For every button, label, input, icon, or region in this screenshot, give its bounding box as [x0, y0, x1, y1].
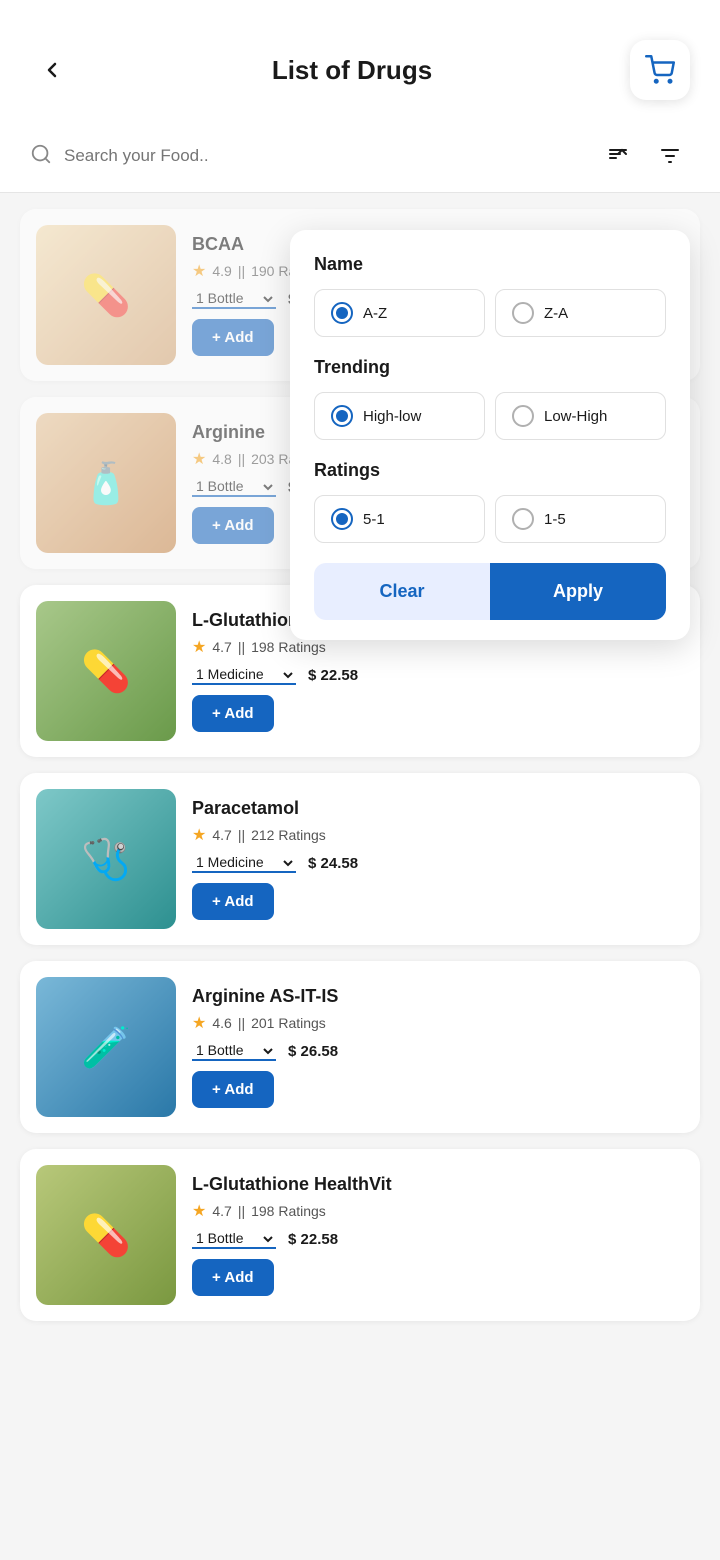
- ratings-options-row: 5-1 1-5: [314, 495, 666, 543]
- filter-action-buttons: Clear Apply: [314, 563, 666, 620]
- drug-name: Arginine AS-IT-IS: [192, 986, 684, 1007]
- search-bar: [0, 120, 720, 192]
- trending-lowhigh-label: Low-High: [544, 408, 607, 425]
- drug-rating: ★ 4.7 || 212 Ratings: [192, 825, 684, 845]
- quantity-select[interactable]: 1 Medicine: [192, 853, 296, 873]
- radio-low-high: [512, 405, 534, 427]
- rating-value: 4.7: [212, 639, 231, 655]
- drug-price: $ 24.58: [308, 855, 358, 872]
- drug-qty-price: 1 Medicine $ 22.58: [192, 665, 684, 685]
- drug-image: 🩺: [36, 789, 176, 929]
- drug-image: 🧪: [36, 977, 176, 1117]
- rating-divider: ||: [238, 827, 245, 843]
- header: List of Drugs: [0, 0, 720, 120]
- quantity-select[interactable]: 1 Medicine: [192, 665, 296, 685]
- apply-button[interactable]: Apply: [490, 563, 666, 620]
- star-icon: ★: [192, 825, 206, 845]
- drug-card: 🧪 Arginine AS-IT-IS ★ 4.6 || 201 Ratings…: [20, 961, 700, 1133]
- filter-name-label: Name: [314, 254, 666, 275]
- drug-qty-price: 1 Bottle $ 26.58: [192, 1041, 684, 1061]
- rating-value: 4.8: [212, 451, 231, 467]
- rating-divider: ||: [238, 1015, 245, 1031]
- filter-icon[interactable]: [650, 136, 690, 176]
- rating-divider: ||: [238, 263, 245, 279]
- trending-option-low-high[interactable]: Low-High: [495, 392, 666, 440]
- radio-high-low: [331, 405, 353, 427]
- star-icon: ★: [192, 1013, 206, 1033]
- add-to-cart-button[interactable]: + Add: [192, 1071, 274, 1108]
- search-input[interactable]: [64, 146, 586, 166]
- ratings-5-1-label: 5-1: [363, 511, 385, 528]
- trending-options-row: High-low Low-High: [314, 392, 666, 440]
- add-to-cart-button[interactable]: + Add: [192, 507, 274, 544]
- ratings-count: 198 Ratings: [251, 639, 326, 655]
- ratings-count: 201 Ratings: [251, 1015, 326, 1031]
- clear-button[interactable]: Clear: [314, 563, 490, 620]
- drug-info: Paracetamol ★ 4.7 || 212 Ratings 1 Medic…: [192, 798, 684, 920]
- rating-value: 4.7: [212, 1203, 231, 1219]
- drug-name: Paracetamol: [192, 798, 684, 819]
- drug-image: 💊: [36, 225, 176, 365]
- rating-value: 4.9: [212, 263, 231, 279]
- radio-1-5: [512, 508, 534, 530]
- drug-image: 💊: [36, 1165, 176, 1305]
- cart-button[interactable]: [630, 40, 690, 100]
- rating-divider: ||: [238, 639, 245, 655]
- drug-rating: ★ 4.7 || 198 Ratings: [192, 637, 684, 657]
- ratings-option-5-1[interactable]: 5-1: [314, 495, 485, 543]
- add-to-cart-button[interactable]: + Add: [192, 1259, 274, 1296]
- drug-qty-price: 1 Bottle $ 22.58: [192, 1229, 684, 1249]
- rating-value: 4.6: [212, 1015, 231, 1031]
- search-icon: [30, 143, 52, 170]
- add-to-cart-button[interactable]: + Add: [192, 695, 274, 732]
- drug-image: 💊: [36, 601, 176, 741]
- radio-az: [331, 302, 353, 324]
- drug-price: $ 26.58: [288, 1043, 338, 1060]
- drug-image: 🧴: [36, 413, 176, 553]
- name-za-label: Z-A: [544, 305, 568, 322]
- drug-info: Arginine AS-IT-IS ★ 4.6 || 201 Ratings 1…: [192, 986, 684, 1108]
- drug-qty-price: 1 Medicine $ 24.58: [192, 853, 684, 873]
- radio-za: [512, 302, 534, 324]
- filter-trending-label: Trending: [314, 357, 666, 378]
- name-option-za[interactable]: Z-A: [495, 289, 666, 337]
- radio-5-1: [331, 508, 353, 530]
- drug-price: $ 22.58: [288, 1231, 338, 1248]
- add-to-cart-button[interactable]: + Add: [192, 883, 274, 920]
- drug-price: $ 22.58: [308, 667, 358, 684]
- ratings-count: 198 Ratings: [251, 1203, 326, 1219]
- drug-info: L-Glutathione HealthVit ★ 4.7 || 198 Rat…: [192, 1174, 684, 1296]
- ratings-1-5-label: 1-5: [544, 511, 566, 528]
- star-icon: ★: [192, 261, 206, 281]
- trending-highlow-label: High-low: [363, 408, 421, 425]
- drug-name: L-Glutathione HealthVit: [192, 1174, 684, 1195]
- drug-card: 💊 L-Glutathione HealthVit ★ 4.7 || 198 R…: [20, 1149, 700, 1321]
- filter-ratings-label: Ratings: [314, 460, 666, 481]
- ratings-option-1-5[interactable]: 1-5: [495, 495, 666, 543]
- name-option-az[interactable]: A-Z: [314, 289, 485, 337]
- drug-rating: ★ 4.7 || 198 Ratings: [192, 1201, 684, 1221]
- star-icon: ★: [192, 449, 206, 469]
- name-options-row: A-Z Z-A: [314, 289, 666, 337]
- rating-divider: ||: [238, 1203, 245, 1219]
- drug-card: 🩺 Paracetamol ★ 4.7 || 212 Ratings 1 Med…: [20, 773, 700, 945]
- star-icon: ★: [192, 637, 206, 657]
- back-button[interactable]: [30, 48, 74, 92]
- star-icon: ★: [192, 1201, 206, 1221]
- page-title: List of Drugs: [272, 55, 432, 86]
- drug-rating: ★ 4.6 || 201 Ratings: [192, 1013, 684, 1033]
- rating-divider: ||: [238, 451, 245, 467]
- quantity-select[interactable]: 1 Bottle: [192, 289, 276, 309]
- ratings-count: 212 Ratings: [251, 827, 326, 843]
- sort-icon[interactable]: [598, 136, 638, 176]
- filter-dropdown: Name A-Z Z-A Trending High-low Low-High …: [290, 230, 690, 640]
- quantity-select[interactable]: 1 Bottle: [192, 1041, 276, 1061]
- name-az-label: A-Z: [363, 305, 387, 322]
- quantity-select[interactable]: 1 Bottle: [192, 1229, 276, 1249]
- add-to-cart-button[interactable]: + Add: [192, 319, 274, 356]
- trending-option-high-low[interactable]: High-low: [314, 392, 485, 440]
- quantity-select[interactable]: 1 Bottle: [192, 477, 276, 497]
- rating-value: 4.7: [212, 827, 231, 843]
